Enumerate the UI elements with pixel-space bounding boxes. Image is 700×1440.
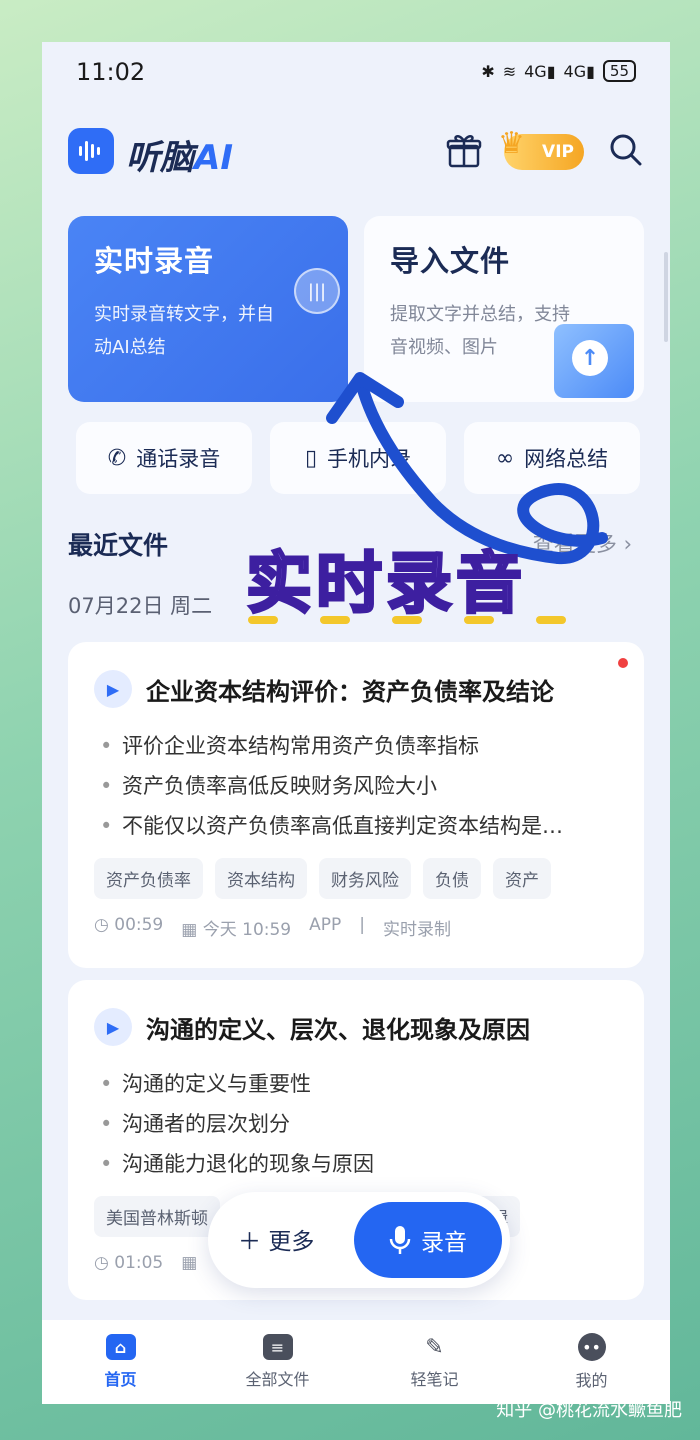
realtime-record-title: 实时录音 [94, 244, 215, 278]
play-icon[interactable]: ▶ [94, 1008, 132, 1046]
crown-icon: ♛ [498, 126, 525, 161]
overlay-caption: 实时录音 [245, 544, 526, 624]
home-icon: ⌂ [105, 1334, 136, 1360]
file-card-1[interactable]: ▶ 企业资本结构评价：资产负债率及结论 评价企业资本结构常用资产负债率指标 资产… [68, 642, 644, 968]
summary-item: 沟通能力退化的现象与原因 [94, 1144, 618, 1184]
tag[interactable]: 资本结构 [215, 858, 307, 899]
pen-icon: ✎ [425, 1334, 444, 1360]
tab-notes[interactable]: ✎ 轻笔记 [356, 1320, 513, 1404]
floating-action-bar: ＋ 更多 录音 [208, 1192, 510, 1288]
microphone-icon [389, 1226, 411, 1254]
summary-item: 不能仅以资产负债率高低直接判定资本结构是… [94, 806, 618, 846]
status-bar: 11:02 ✱ ≋ 4G▮ 4G▮ 55 [42, 42, 670, 104]
battery-icon: 55 [602, 60, 636, 82]
tag-list: 资产负债率 资本结构 财务风险 负债 资产 [94, 858, 618, 899]
status-time: 11:02 [76, 58, 146, 86]
signal-icon: 4G▮ [524, 61, 556, 81]
date-header: 07月22日 周二 [68, 594, 213, 618]
file-title: 企业资本结构评价：资产负债率及结论 [146, 677, 554, 706]
vip-badge[interactable]: ♛ VIP [498, 126, 584, 170]
call-record-chip[interactable]: ✆ 通话录音 [76, 422, 252, 494]
bottom-tab-bar: ⌂ 首页 ≡ 全部文件 ✎ 轻笔记 •• 我的 [42, 1320, 670, 1404]
signal-icon-2: 4G▮ [563, 61, 595, 81]
tag[interactable]: 资产 [493, 858, 551, 899]
tab-profile[interactable]: •• 我的 [513, 1320, 670, 1404]
voice-wave-icon: ||| [294, 268, 340, 314]
watermark: 知乎 @桃花流水鳜鱼肥 [496, 1400, 682, 1421]
app-brand: 听脑AI [126, 138, 233, 178]
calendar-icon: ▦ [181, 920, 198, 940]
file-title: 沟通的定义、层次、退化现象及原因 [146, 1015, 530, 1044]
summary-item: 评价企业资本结构常用资产负债率指标 [94, 726, 618, 766]
more-button[interactable]: ＋ 更多 [238, 1222, 314, 1256]
plus-icon: ＋ [238, 1229, 261, 1255]
clock-icon: ◷ [94, 1253, 109, 1273]
overlay-underline [248, 616, 566, 624]
tab-home[interactable]: ⌂ 首页 [42, 1320, 199, 1404]
summary-list: 评价企业资本结构常用资产负债率指标 资产负债率高低反映财务风险大小 不能仅以资产… [94, 726, 618, 846]
summary-list: 沟通的定义与重要性 沟通者的层次划分 沟通能力退化的现象与原因 [94, 1064, 618, 1184]
summary-item: 沟通的定义与重要性 [94, 1064, 618, 1104]
status-icons: ✱ ≋ 4G▮ 4G▮ 55 [481, 60, 636, 82]
clock-icon: ◷ [94, 915, 109, 935]
app-header: 听脑AI ♛ VIP [42, 126, 670, 182]
bluetooth-icon: ✱ [481, 61, 495, 81]
tab-all-files[interactable]: ≡ 全部文件 [199, 1320, 356, 1404]
profile-icon: •• [577, 1333, 606, 1361]
summary-item: 资产负债率高低反映财务风险大小 [94, 766, 618, 806]
app-logo [68, 128, 114, 174]
wifi-icon: ≋ [502, 61, 517, 81]
unread-dot [618, 658, 628, 668]
import-file-title: 导入文件 [390, 244, 511, 278]
tag[interactable]: 负债 [423, 858, 481, 899]
realtime-record-desc: 实时录音转文字，并自动AI总结 [94, 304, 274, 358]
scrollbar[interactable] [664, 252, 668, 342]
phone-screen: 11:02 ✱ ≋ 4G▮ 4G▮ 55 听脑AI ♛ VIP 实时录音 实时录音… [42, 42, 670, 1404]
summary-item: 沟通者的层次划分 [94, 1104, 618, 1144]
tag[interactable]: 美国普林斯顿 [94, 1196, 220, 1237]
recent-files-title: 最近文件 [68, 531, 169, 560]
phone-icon: ✆ [107, 445, 127, 471]
calendar-icon: ▦ [181, 1253, 198, 1273]
file-meta: ◷ 00:59 ▦ 今天 10:59 APP | 实时录制 [94, 915, 451, 940]
tag[interactable]: 资产负债率 [94, 858, 203, 899]
record-button[interactable]: 录音 [354, 1202, 502, 1278]
gift-icon[interactable] [444, 130, 484, 170]
file-icon: ≡ [262, 1334, 293, 1360]
search-icon[interactable] [608, 132, 644, 168]
play-icon[interactable]: ▶ [94, 670, 132, 708]
tag[interactable]: 财务风险 [319, 858, 411, 899]
